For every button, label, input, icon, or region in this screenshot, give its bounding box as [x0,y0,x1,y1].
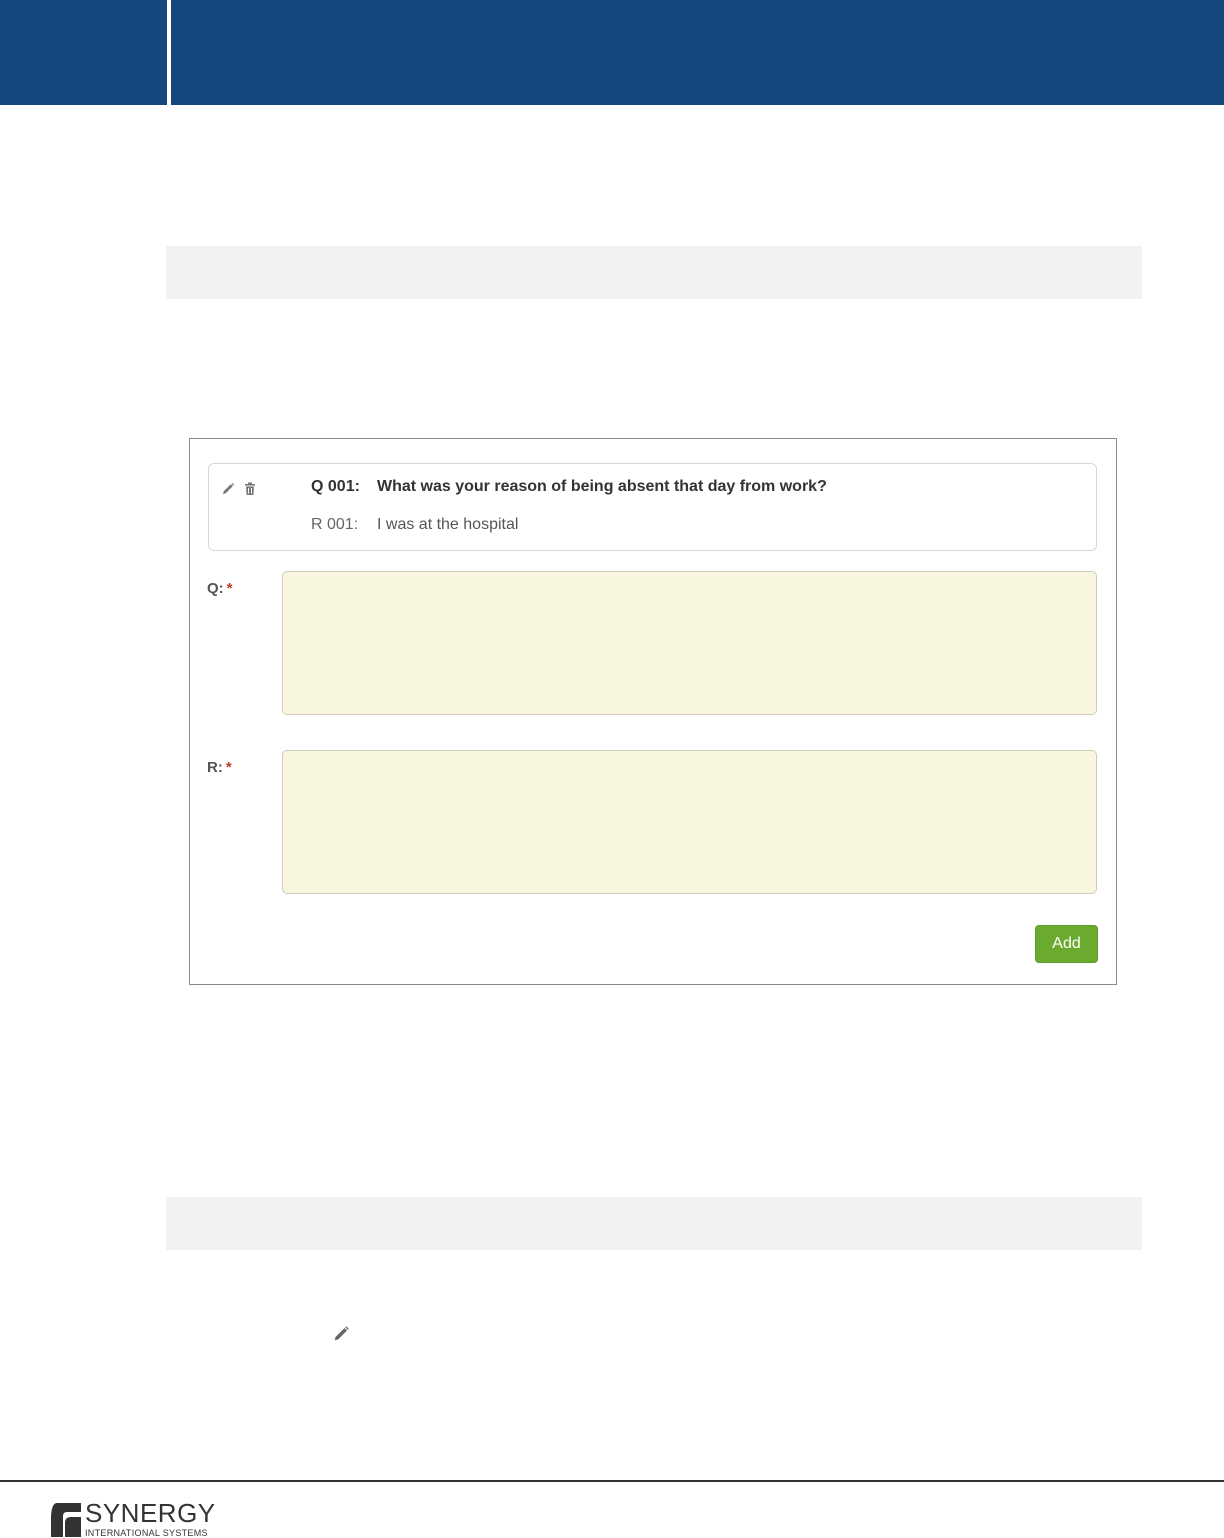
question-number: Q 001: [311,478,360,495]
synergy-logo-icon [51,1503,81,1537]
question-input[interactable] [282,571,1097,715]
section-band [166,1197,1142,1250]
logo-subtitle: INTERNATIONAL SYSTEMS [85,1528,208,1538]
header-side-block [0,0,167,105]
question-label-text: Q: [207,580,224,597]
required-marker: * [226,580,233,597]
required-marker: * [225,759,232,776]
pencil-icon[interactable] [220,481,236,497]
synergy-logo: SYNERGY INTERNATIONAL SYSTEMS [51,1500,231,1538]
question-field-label: Q: * [207,580,233,597]
question-text: What was your reason of being absent tha… [377,478,827,495]
header-bar [171,0,1224,105]
response-text: I was at the hospital [377,516,519,533]
trash-icon[interactable] [242,481,258,497]
response-number: R 001: [311,516,359,533]
logo-wordmark: SYNERGY [85,1498,216,1528]
qa-panel: Q 001: What was your reason of being abs… [189,438,1117,985]
response-field-label: R: * [207,759,232,776]
pencil-icon [334,1326,349,1341]
section-band [166,246,1142,299]
add-button[interactable]: Add [1035,925,1098,963]
response-label-text: R: [207,759,223,776]
footer-divider [0,1480,1224,1482]
response-input[interactable] [282,750,1097,894]
qa-entry-card: Q 001: What was your reason of being abs… [208,463,1097,551]
